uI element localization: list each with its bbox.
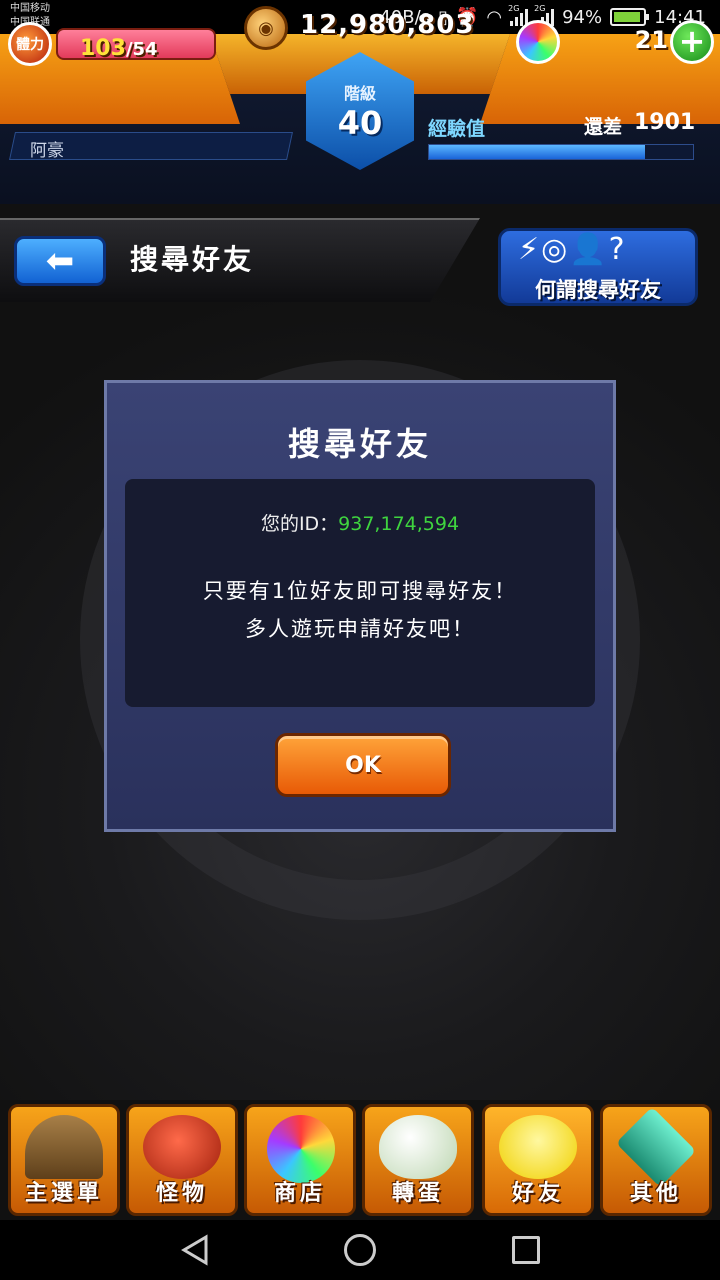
rank-label: 階級 <box>343 84 376 103</box>
friends-icon <box>499 1115 577 1179</box>
back-arrow-icon: ⬅ <box>45 241 75 281</box>
orb-icon <box>516 20 560 64</box>
nav-label-shop: 商店 <box>273 1181 326 1206</box>
battery-percent: 94% <box>562 6 603 28</box>
carrier-1: 中国移动 <box>10 3 50 14</box>
dialog-message-panel: 您的ID：937,174,594 只要有1位好友即可搜尋好友！ 多人遊玩申請好友… <box>125 479 595 707</box>
user-id-label: 您的ID： <box>260 513 339 535</box>
add-orbs-button[interactable]: + <box>670 20 714 64</box>
wifi-icon: ◠ <box>486 6 503 28</box>
nav-item-shop[interactable]: 商店 <box>244 1104 356 1216</box>
stamina-value: 103/54 <box>80 36 158 61</box>
orb-count: 21 <box>634 26 668 54</box>
nav-label-monsters: 怪物 <box>155 1181 208 1206</box>
help-button-label: 何謂搜尋好友 <box>535 278 661 302</box>
nav-label-other: 其他 <box>629 1181 682 1206</box>
rank-value: 40 <box>337 104 383 142</box>
stamina-icon: 體力 <box>8 22 52 66</box>
back-button[interactable]: ⬅ <box>14 236 106 286</box>
page-title: 搜尋好友 <box>130 243 255 276</box>
nav-item-other[interactable]: 其他 <box>600 1104 712 1216</box>
ok-button[interactable]: OK <box>275 733 451 797</box>
exp-bar <box>428 144 694 160</box>
user-id-line: 您的ID：937,174,594 <box>125 509 595 536</box>
nav-item-friends[interactable]: 好友 <box>482 1104 594 1216</box>
nav-label-friends: 好友 <box>511 1181 564 1206</box>
system-back-icon[interactable] <box>180 1234 210 1266</box>
dialog-title: 搜尋好友 <box>287 425 432 463</box>
nav-label-main-menu: 主選單 <box>24 1181 103 1206</box>
coin-icon: ◉ <box>244 6 288 50</box>
nav-item-monsters[interactable]: 怪物 <box>126 1104 238 1216</box>
nav-label-gacha: 轉蛋 <box>391 1181 444 1206</box>
gate-icon <box>25 1115 103 1179</box>
user-id-value: 937,174,594 <box>338 513 460 535</box>
nav-item-main-menu[interactable]: 主選單 <box>8 1104 120 1216</box>
dialog-message-line-1: 只要有1位好友即可搜尋好友！ <box>202 579 518 603</box>
battery-icon <box>610 8 650 26</box>
exp-remaining-value: 1901 <box>634 110 696 135</box>
stamina-max: /54 <box>125 39 158 60</box>
network-type-1: 2G <box>508 4 520 13</box>
nav-item-gacha[interactable]: 轉蛋 <box>362 1104 474 1216</box>
help-icons: ⚡◎👤? <box>518 232 627 267</box>
coin-count: 12,980,803 <box>300 10 475 40</box>
exp-remaining-label: 還差 <box>584 116 623 138</box>
search-friend-dialog: 搜尋好友 您的ID：937,174,594 只要有1位好友即可搜尋好友！ 多人遊… <box>104 380 616 832</box>
exp-bar-fill <box>429 145 646 159</box>
system-recents-icon[interactable] <box>512 1236 540 1264</box>
orb-icon <box>267 1115 335 1183</box>
egg-icon <box>379 1115 457 1179</box>
monster-icon <box>143 1115 221 1179</box>
stamina-current: 103 <box>80 36 126 61</box>
exp-label: 經驗值 <box>428 118 486 140</box>
system-home-icon[interactable] <box>344 1234 376 1266</box>
player-name: 阿豪 <box>30 141 64 161</box>
dialog-message-line-2: 多人遊玩申請好友吧！ <box>245 617 475 641</box>
network-type-2: 2G <box>534 4 546 13</box>
